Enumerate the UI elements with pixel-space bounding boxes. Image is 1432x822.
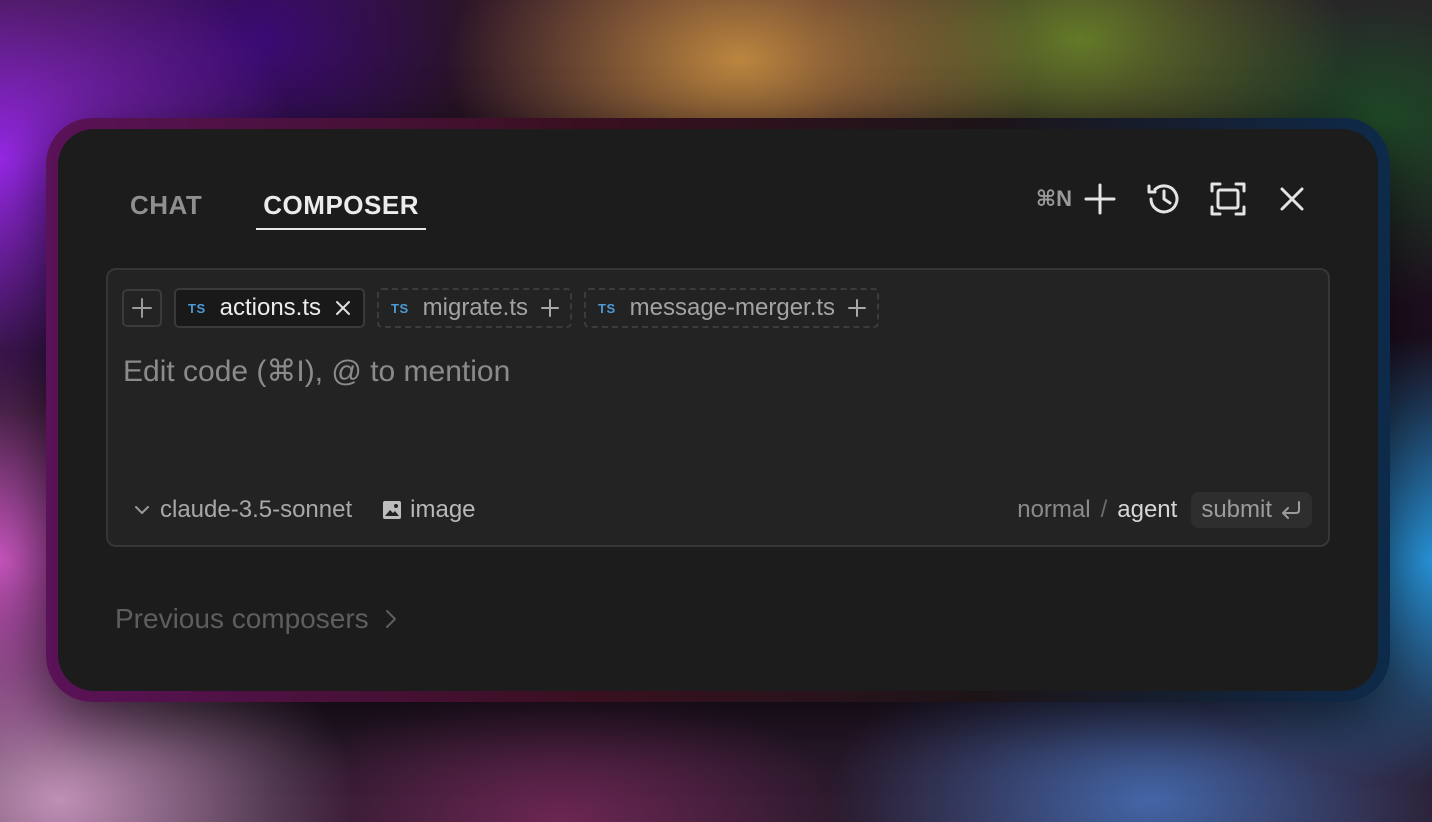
typescript-file-icon: TS: [188, 300, 206, 316]
close-icon: [1280, 187, 1304, 211]
submit-button[interactable]: submit: [1191, 492, 1312, 528]
enter-key-icon: [1282, 501, 1300, 519]
context-chip-label: actions.ts: [219, 294, 322, 321]
plus-icon: [541, 299, 560, 317]
composer-footer: claude-3.5-sonnet image normal / agent s…: [134, 491, 1312, 529]
context-chip-suggested[interactable]: TS migrate.ts: [377, 288, 573, 328]
close-button[interactable]: [1272, 179, 1312, 219]
expand-button[interactable]: [1208, 179, 1248, 219]
expand-icon: [1210, 182, 1246, 216]
context-chip-label: message-merger.ts: [629, 294, 836, 321]
context-chip-attached[interactable]: TS actions.ts: [174, 288, 366, 328]
new-composer-shortcut: ⌘N: [1035, 186, 1072, 211]
new-composer-button[interactable]: [1080, 179, 1120, 219]
tab-bar: CHAT COMPOSER: [128, 181, 426, 230]
mode-agent-option[interactable]: agent: [1117, 496, 1177, 524]
previous-composers-label: Previous composers: [115, 603, 369, 634]
add-suggested-context-button[interactable]: [847, 298, 867, 318]
plus-icon: [1084, 183, 1116, 215]
previous-composers-link[interactable]: Previous composers: [115, 603, 397, 635]
chevron-right-icon: [385, 610, 396, 628]
tab-chat[interactable]: CHAT: [128, 181, 204, 229]
chevron-down-icon: [135, 506, 149, 514]
attach-image-button[interactable]: image: [382, 496, 476, 524]
plus-icon: [848, 299, 867, 317]
context-chip-suggested[interactable]: TS message-merger.ts: [584, 288, 880, 328]
mode-separator: /: [1100, 496, 1108, 523]
plus-icon: [132, 298, 152, 318]
mode-toggle: normal / agent: [1017, 496, 1177, 524]
remove-context-button[interactable]: [333, 298, 353, 318]
mode-normal-option[interactable]: normal: [1017, 496, 1090, 524]
add-suggested-context-button[interactable]: [540, 298, 560, 318]
image-label: image: [410, 496, 476, 523]
composer-panel: CHAT COMPOSER ⌘N TS actions.ts TS migrat…: [58, 129, 1378, 691]
context-chips: TS actions.ts TS migrate.ts TS message-m…: [122, 288, 891, 328]
add-context-button[interactable]: [122, 289, 162, 327]
tab-composer[interactable]: COMPOSER: [256, 181, 426, 230]
model-selector[interactable]: claude-3.5-sonnet: [134, 496, 352, 524]
context-chip-label: migrate.ts: [422, 294, 529, 321]
composer-input[interactable]: Edit code (⌘I), @ to mention: [123, 354, 510, 389]
typescript-file-icon: TS: [598, 300, 616, 316]
history-icon: [1147, 184, 1179, 214]
header-actions: ⌘N: [1036, 177, 1312, 221]
history-button[interactable]: [1144, 179, 1184, 219]
typescript-file-icon: TS: [391, 300, 409, 316]
image-icon: [383, 501, 402, 519]
composer-input-box: TS actions.ts TS migrate.ts TS message-m…: [106, 268, 1330, 547]
close-icon: [336, 301, 351, 315]
submit-label: submit: [1201, 496, 1272, 523]
model-name: claude-3.5-sonnet: [160, 496, 353, 523]
